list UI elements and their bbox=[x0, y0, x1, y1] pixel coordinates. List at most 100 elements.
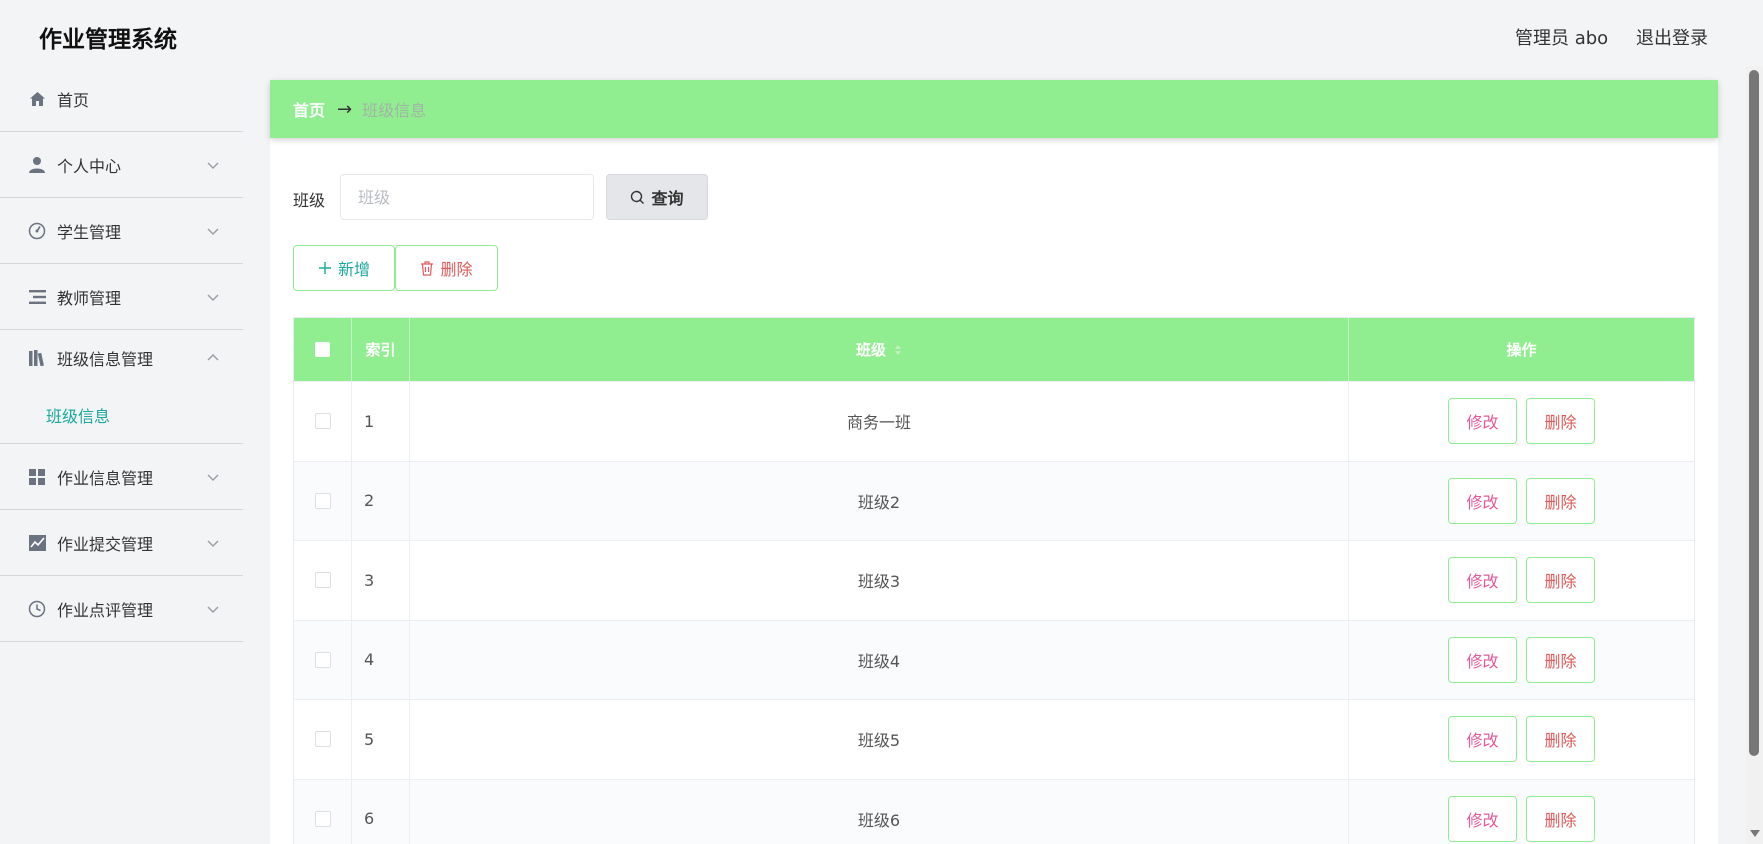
select-all-checkbox[interactable] bbox=[315, 342, 330, 357]
row-checkbox[interactable] bbox=[314, 492, 331, 509]
row-checkbox-cell bbox=[294, 620, 352, 699]
table-row: 1 商务一班 修改 删除 bbox=[294, 381, 1694, 461]
edit-button[interactable]: 修改 bbox=[1448, 716, 1517, 763]
row-checkbox[interactable] bbox=[314, 731, 331, 748]
sidebar-item-label: 个人中心 bbox=[57, 156, 122, 176]
row-class: 班级3 bbox=[410, 541, 1349, 620]
trash-icon bbox=[420, 260, 434, 276]
breadcrumb-home-link[interactable]: 首页 bbox=[293, 97, 325, 121]
sidebar-item-students[interactable]: 学生管理 bbox=[0, 198, 243, 264]
edit-button[interactable]: 修改 bbox=[1448, 795, 1517, 842]
edit-button[interactable]: 修改 bbox=[1448, 636, 1517, 683]
row-checkbox-cell bbox=[294, 382, 352, 461]
row-index: 1 bbox=[352, 382, 410, 461]
row-class: 班级4 bbox=[410, 620, 1349, 699]
sidebar-item-teachers[interactable]: 教师管理 bbox=[0, 264, 243, 330]
delete-button[interactable]: 删除 bbox=[1526, 477, 1595, 524]
sort-icon[interactable] bbox=[894, 344, 902, 356]
home-icon bbox=[28, 90, 46, 108]
row-actions: 修改 删除 bbox=[1349, 382, 1694, 461]
sidebar-subitem-class-info[interactable]: 班级信息 bbox=[0, 386, 243, 444]
edit-button[interactable]: 修改 bbox=[1448, 398, 1517, 445]
table-row: 5 班级5 修改 删除 bbox=[294, 699, 1694, 779]
sidebar-item-homework-submit[interactable]: 作业提交管理 bbox=[0, 510, 243, 576]
add-button[interactable]: 新增 bbox=[293, 245, 395, 291]
chart-icon bbox=[28, 534, 46, 552]
row-index: 5 bbox=[352, 700, 410, 779]
top-header: 作业管理系统 管理员 abo 退出登录 bbox=[0, 0, 1763, 66]
edit-button[interactable]: 修改 bbox=[1448, 477, 1517, 524]
row-checkbox[interactable] bbox=[314, 413, 331, 430]
sidebar-item-class-info[interactable]: 班级信息管理 bbox=[0, 330, 243, 386]
chevron-down-icon bbox=[207, 473, 219, 481]
page-scrollbar[interactable] bbox=[1746, 66, 1763, 844]
row-index: 2 bbox=[352, 461, 410, 540]
batch-delete-button[interactable]: 删除 bbox=[395, 245, 498, 291]
chevron-down-icon bbox=[207, 293, 219, 301]
row-checkbox[interactable] bbox=[314, 810, 331, 827]
add-button-label: 新增 bbox=[337, 260, 370, 279]
scroll-down-arrow-icon[interactable] bbox=[1750, 830, 1760, 837]
table-row: 3 班级3 修改 删除 bbox=[294, 540, 1694, 620]
header-index: 索引 bbox=[352, 318, 410, 381]
sidebar-item-home[interactable]: 首页 bbox=[0, 66, 243, 132]
table-row: 6 班级6 修改 删除 bbox=[294, 778, 1694, 844]
query-button[interactable]: 查询 bbox=[606, 174, 708, 220]
delete-button[interactable]: 删除 bbox=[1526, 398, 1595, 445]
row-actions: 修改 删除 bbox=[1349, 462, 1694, 541]
list-icon bbox=[28, 288, 46, 306]
arrow-right-icon: → bbox=[337, 98, 353, 120]
row-index: 6 bbox=[352, 779, 410, 844]
row-checkbox-cell bbox=[294, 779, 352, 844]
clock-icon bbox=[28, 600, 46, 618]
gauge-icon bbox=[28, 222, 46, 240]
row-index: 4 bbox=[352, 620, 410, 699]
row-checkbox[interactable] bbox=[314, 651, 331, 668]
class-table: 索引 班级 操作 1 商务一班 修改 删除 2 班级2 修改 删除 3 班级3 … bbox=[293, 317, 1695, 844]
row-actions: 修改 删除 bbox=[1349, 700, 1694, 779]
plus-icon bbox=[318, 261, 332, 275]
search-icon bbox=[631, 190, 645, 204]
row-checkbox[interactable] bbox=[314, 572, 331, 589]
batch-delete-label: 删除 bbox=[440, 260, 473, 279]
sidebar-item-homework-review[interactable]: 作业点评管理 bbox=[0, 576, 243, 642]
header-operation: 操作 bbox=[1506, 341, 1537, 359]
sidebar-item-label: 作业点评管理 bbox=[57, 600, 154, 620]
chevron-up-icon bbox=[207, 353, 219, 361]
sidebar-item-label: 班级信息管理 bbox=[57, 350, 154, 369]
breadcrumb: 首页 → 班级信息 bbox=[270, 80, 1718, 138]
scrollbar-thumb[interactable] bbox=[1749, 70, 1759, 756]
sidebar-item-homework-info[interactable]: 作业信息管理 bbox=[0, 444, 243, 510]
app-title: 作业管理系统 bbox=[39, 27, 177, 53]
logout-link[interactable]: 退出登录 bbox=[1636, 24, 1708, 50]
row-checkbox-cell bbox=[294, 700, 352, 779]
delete-button[interactable]: 删除 bbox=[1526, 795, 1595, 842]
row-actions: 修改 删除 bbox=[1349, 780, 1694, 844]
row-class: 班级5 bbox=[410, 700, 1349, 779]
search-label: 班级 bbox=[293, 191, 326, 210]
chevron-down-icon bbox=[207, 161, 219, 169]
edit-button[interactable]: 修改 bbox=[1448, 557, 1517, 604]
sidebar-item-label: 首页 bbox=[57, 90, 90, 110]
user-icon bbox=[28, 156, 46, 174]
row-checkbox-cell bbox=[294, 461, 352, 540]
delete-button[interactable]: 删除 bbox=[1526, 716, 1595, 763]
header-class[interactable]: 班级 bbox=[410, 318, 1349, 381]
chevron-down-icon bbox=[207, 227, 219, 235]
sidebar-item-label: 作业信息管理 bbox=[57, 468, 154, 488]
sidebar-item-label: 作业提交管理 bbox=[57, 534, 154, 554]
sidebar-item-label: 学生管理 bbox=[57, 222, 122, 242]
query-button-label: 查询 bbox=[651, 189, 684, 208]
row-class: 商务一班 bbox=[410, 382, 1349, 461]
sidebar-item-label: 教师管理 bbox=[57, 288, 122, 308]
delete-button[interactable]: 删除 bbox=[1526, 636, 1595, 683]
row-class: 班级2 bbox=[410, 461, 1349, 540]
sidebar: 首页 个人中心 学生管理 教师管理 班级信息管理 班级信息 作业信息管理 作业提… bbox=[0, 66, 243, 844]
chevron-down-icon bbox=[207, 605, 219, 613]
class-search-input[interactable] bbox=[340, 174, 594, 220]
row-checkbox-cell bbox=[294, 541, 352, 620]
books-icon bbox=[28, 349, 46, 367]
header-checkbox-cell bbox=[294, 318, 352, 381]
sidebar-item-profile[interactable]: 个人中心 bbox=[0, 132, 243, 198]
delete-button[interactable]: 删除 bbox=[1526, 557, 1595, 604]
